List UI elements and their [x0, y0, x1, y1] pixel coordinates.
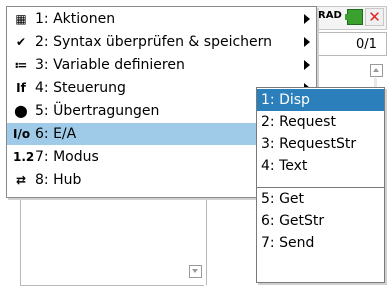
menu-item-syntax[interactable]: ✔ 2: Syntax überprüfen & speichern [7, 31, 316, 53]
submenu-item-label: 2: Request [261, 114, 336, 130]
submenu-item-label: 5: Get [261, 191, 305, 207]
menu-item-label: 3: Variable definieren [35, 57, 185, 73]
mode-icon: 1.2 [13, 150, 35, 164]
menu-item-label: 8: Hub [35, 172, 82, 188]
ea-submenu: 1: Disp 2: Request 3: RequestStr 4: Text… [256, 87, 385, 283]
submenu-item-label: 1: Disp [261, 92, 310, 108]
submenu-item-disp[interactable]: 1: Disp [257, 89, 384, 111]
submenu-item-get[interactable]: 5: Get [257, 188, 384, 210]
menu-item-label: 2: Syntax überprüfen & speichern [35, 34, 273, 50]
menu-item-variable[interactable]: ≔ 3: Variable definieren [7, 54, 316, 76]
submenu-arrow-icon [304, 14, 310, 24]
submenu-item-requeststr[interactable]: 3: RequestStr [257, 133, 384, 155]
actions-icon: ▦ [15, 12, 27, 26]
io-icon: I/o [13, 127, 31, 141]
menu-item-label: 6: E/A [35, 126, 77, 142]
submenu-item-send[interactable]: 7: Send [257, 232, 384, 254]
define-variable-icon: ≔ [14, 58, 28, 72]
angle-mode-indicator: RAD [318, 10, 342, 21]
scroll-down-arrow-icon[interactable] [189, 265, 202, 278]
menu-item-label: 4: Steuerung [35, 80, 126, 96]
scroll-up-arrow-icon[interactable] [370, 64, 383, 77]
control-icon: If [16, 81, 26, 95]
submenu-item-label: 7: Send [261, 235, 315, 251]
menu-item-label: 5: Übertragungen [35, 103, 160, 119]
hub-icon: ⇄ [15, 173, 27, 187]
submenu-item-text[interactable]: 4: Text [257, 155, 384, 177]
submenu-item-getstr[interactable]: 6: GetStr [257, 210, 384, 232]
menu-item-aktionen[interactable]: ▦ 1: Aktionen [7, 8, 316, 30]
menu-item-label: 1: Aktionen [35, 11, 116, 27]
submenu-item-label: 3: RequestStr [261, 136, 357, 152]
battery-icon [345, 9, 363, 25]
transfers-icon: ⬤ [14, 104, 28, 118]
submenu-item-label: 6: GetStr [261, 213, 325, 229]
submenu-item-label: 4: Text [261, 158, 308, 174]
submenu-item-request[interactable]: 2: Request [257, 111, 384, 133]
submenu-arrow-icon [304, 37, 310, 47]
close-icon[interactable]: ✕ [365, 8, 384, 26]
menu-item-label: 7: Modus [35, 149, 99, 165]
check-syntax-icon: ✔ [15, 35, 27, 49]
submenu-arrow-icon [304, 60, 310, 70]
page-counter: 0/1 [356, 37, 377, 52]
